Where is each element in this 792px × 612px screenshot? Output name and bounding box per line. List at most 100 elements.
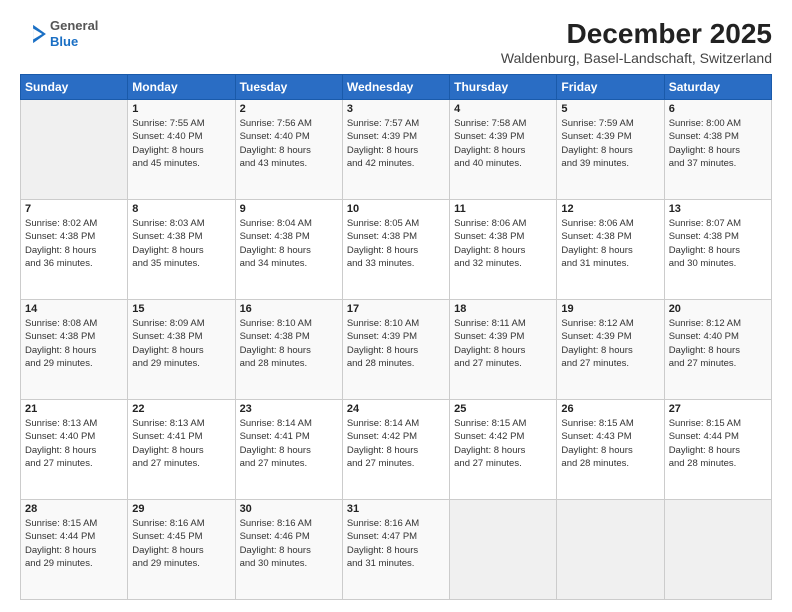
calendar-cell bbox=[21, 100, 128, 200]
calendar-header: SundayMondayTuesdayWednesdayThursdayFrid… bbox=[21, 75, 772, 100]
calendar-cell: 20Sunrise: 8:12 AM Sunset: 4:40 PM Dayli… bbox=[664, 300, 771, 400]
day-number: 20 bbox=[669, 303, 767, 315]
calendar-cell: 15 Sunrise: 8:09 AM Sunset: 4:38 PM Dayli… bbox=[128, 300, 235, 400]
day-number: 19 bbox=[561, 303, 659, 315]
calendar-cell: 14 Sunrise: 8:08 AM Sunset: 4:38 PM Dayli… bbox=[21, 300, 128, 400]
page-subtitle: Waldenburg, Basel-Landschaft, Switzerlan… bbox=[501, 50, 772, 66]
day-info: Sunrise: 8:05 AM Sunset: 4:38 PM Dayligh… bbox=[347, 217, 445, 270]
day-number: 6 bbox=[669, 103, 767, 115]
title-block: December 2025 Waldenburg, Basel-Landscha… bbox=[501, 18, 772, 66]
logo-text: General Blue bbox=[50, 18, 98, 49]
calendar-cell: 17 Sunrise: 8:10 AM Sunset: 4:39 PM Dayli… bbox=[342, 300, 449, 400]
day-number: 23 bbox=[240, 403, 338, 415]
day-number: 10 bbox=[347, 203, 445, 215]
calendar-cell bbox=[664, 500, 771, 600]
calendar-cell: 29Sunrise: 8:16 AM Sunset: 4:45 PM Dayli… bbox=[128, 500, 235, 600]
day-info: Sunrise: 8:11 AM Sunset: 4:39 PM Dayligh… bbox=[454, 317, 552, 370]
calendar-cell bbox=[450, 500, 557, 600]
calendar-cell: 11Sunrise: 8:06 AM Sunset: 4:38 PM Dayli… bbox=[450, 200, 557, 300]
calendar-cell bbox=[557, 500, 664, 600]
calendar-cell: 22 Sunrise: 8:13 AM Sunset: 4:41 PM Dayli… bbox=[128, 400, 235, 500]
day-number: 31 bbox=[347, 503, 445, 515]
day-number: 13 bbox=[669, 203, 767, 215]
day-number: 26 bbox=[561, 403, 659, 415]
day-info: Sunrise: 8:07 AM Sunset: 4:38 PM Dayligh… bbox=[669, 217, 767, 270]
day-header-tuesday: Tuesday bbox=[235, 75, 342, 100]
day-number: 16 bbox=[240, 303, 338, 315]
calendar-cell: 23 Sunrise: 8:14 AM Sunset: 4:41 PM Dayli… bbox=[235, 400, 342, 500]
day-info: Sunrise: 8:10 AM Sunset: 4:39 PM Dayligh… bbox=[347, 317, 445, 370]
days-of-week-row: SundayMondayTuesdayWednesdayThursdayFrid… bbox=[21, 75, 772, 100]
day-info: Sunrise: 8:04 AM Sunset: 4:38 PM Dayligh… bbox=[240, 217, 338, 270]
header: General Blue December 2025 Waldenburg, B… bbox=[20, 18, 772, 66]
day-info: Sunrise: 8:15 AM Sunset: 4:44 PM Dayligh… bbox=[25, 517, 123, 570]
day-info: Sunrise: 8:15 AM Sunset: 4:42 PM Dayligh… bbox=[454, 417, 552, 470]
day-header-friday: Friday bbox=[557, 75, 664, 100]
day-number: 14 bbox=[25, 303, 123, 315]
calendar-cell: 19 Sunrise: 8:12 AM Sunset: 4:39 PM Dayli… bbox=[557, 300, 664, 400]
day-header-sunday: Sunday bbox=[21, 75, 128, 100]
day-info: Sunrise: 8:15 AM Sunset: 4:44 PM Dayligh… bbox=[669, 417, 767, 470]
day-header-wednesday: Wednesday bbox=[342, 75, 449, 100]
week-row-1: 1 Sunrise: 7:55 AM Sunset: 4:40 PM Daylig… bbox=[21, 100, 772, 200]
day-info: Sunrise: 8:09 AM Sunset: 4:38 PM Dayligh… bbox=[132, 317, 230, 370]
day-info: Sunrise: 7:58 AM Sunset: 4:39 PM Dayligh… bbox=[454, 117, 552, 170]
day-info: Sunrise: 8:10 AM Sunset: 4:38 PM Dayligh… bbox=[240, 317, 338, 370]
day-number: 25 bbox=[454, 403, 552, 415]
day-number: 3 bbox=[347, 103, 445, 115]
day-info: Sunrise: 8:06 AM Sunset: 4:38 PM Dayligh… bbox=[561, 217, 659, 270]
calendar-cell: 9Sunrise: 8:04 AM Sunset: 4:38 PM Daylig… bbox=[235, 200, 342, 300]
calendar-table: SundayMondayTuesdayWednesdayThursdayFrid… bbox=[20, 74, 772, 600]
day-number: 1 bbox=[132, 103, 230, 115]
day-info: Sunrise: 8:06 AM Sunset: 4:38 PM Dayligh… bbox=[454, 217, 552, 270]
logo-blue-text: Blue bbox=[50, 34, 78, 49]
calendar-cell: 25 Sunrise: 8:15 AM Sunset: 4:42 PM Dayli… bbox=[450, 400, 557, 500]
logo: General Blue bbox=[20, 18, 98, 49]
day-info: Sunrise: 7:57 AM Sunset: 4:39 PM Dayligh… bbox=[347, 117, 445, 170]
day-info: Sunrise: 8:02 AM Sunset: 4:38 PM Dayligh… bbox=[25, 217, 123, 270]
calendar-body: 1 Sunrise: 7:55 AM Sunset: 4:40 PM Daylig… bbox=[21, 100, 772, 600]
calendar-cell: 31Sunrise: 8:16 AM Sunset: 4:47 PM Dayli… bbox=[342, 500, 449, 600]
day-number: 4 bbox=[454, 103, 552, 115]
calendar-cell: 30 Sunrise: 8:16 AM Sunset: 4:46 PM Dayli… bbox=[235, 500, 342, 600]
day-number: 27 bbox=[669, 403, 767, 415]
week-row-2: 7Sunrise: 8:02 AM Sunset: 4:38 PM Daylig… bbox=[21, 200, 772, 300]
day-number: 30 bbox=[240, 503, 338, 515]
calendar-cell: 26 Sunrise: 8:15 AM Sunset: 4:43 PM Dayli… bbox=[557, 400, 664, 500]
week-row-3: 14 Sunrise: 8:08 AM Sunset: 4:38 PM Dayli… bbox=[21, 300, 772, 400]
page-title: December 2025 bbox=[501, 18, 772, 50]
day-info: Sunrise: 8:16 AM Sunset: 4:46 PM Dayligh… bbox=[240, 517, 338, 570]
day-info: Sunrise: 8:14 AM Sunset: 4:41 PM Dayligh… bbox=[240, 417, 338, 470]
day-info: Sunrise: 8:15 AM Sunset: 4:43 PM Dayligh… bbox=[561, 417, 659, 470]
day-number: 24 bbox=[347, 403, 445, 415]
day-number: 22 bbox=[132, 403, 230, 415]
calendar-cell: 13 Sunrise: 8:07 AM Sunset: 4:38 PM Dayli… bbox=[664, 200, 771, 300]
day-info: Sunrise: 8:08 AM Sunset: 4:38 PM Dayligh… bbox=[25, 317, 123, 370]
day-info: Sunrise: 7:59 AM Sunset: 4:39 PM Dayligh… bbox=[561, 117, 659, 170]
day-info: Sunrise: 8:00 AM Sunset: 4:38 PM Dayligh… bbox=[669, 117, 767, 170]
day-header-thursday: Thursday bbox=[450, 75, 557, 100]
logo-icon bbox=[20, 23, 48, 45]
calendar-cell: 18 Sunrise: 8:11 AM Sunset: 4:39 PM Dayli… bbox=[450, 300, 557, 400]
calendar-cell: 1 Sunrise: 7:55 AM Sunset: 4:40 PM Daylig… bbox=[128, 100, 235, 200]
calendar-cell: 3 Sunrise: 7:57 AM Sunset: 4:39 PM Daylig… bbox=[342, 100, 449, 200]
calendar-cell: 7Sunrise: 8:02 AM Sunset: 4:38 PM Daylig… bbox=[21, 200, 128, 300]
day-info: Sunrise: 8:12 AM Sunset: 4:39 PM Dayligh… bbox=[561, 317, 659, 370]
calendar-cell: 27 Sunrise: 8:15 AM Sunset: 4:44 PM Dayli… bbox=[664, 400, 771, 500]
day-number: 21 bbox=[25, 403, 123, 415]
day-number: 15 bbox=[132, 303, 230, 315]
day-number: 28 bbox=[25, 503, 123, 515]
page: General Blue December 2025 Waldenburg, B… bbox=[0, 0, 792, 612]
day-number: 8 bbox=[132, 203, 230, 215]
day-number: 29 bbox=[132, 503, 230, 515]
calendar-cell: 12Sunrise: 8:06 AM Sunset: 4:38 PM Dayli… bbox=[557, 200, 664, 300]
day-number: 18 bbox=[454, 303, 552, 315]
day-header-monday: Monday bbox=[128, 75, 235, 100]
day-info: Sunrise: 8:03 AM Sunset: 4:38 PM Dayligh… bbox=[132, 217, 230, 270]
logo-general-text: General bbox=[50, 18, 98, 33]
day-info: Sunrise: 8:13 AM Sunset: 4:41 PM Dayligh… bbox=[132, 417, 230, 470]
calendar-cell: 16 Sunrise: 8:10 AM Sunset: 4:38 PM Dayli… bbox=[235, 300, 342, 400]
calendar-cell: 24Sunrise: 8:14 AM Sunset: 4:42 PM Dayli… bbox=[342, 400, 449, 500]
day-number: 17 bbox=[347, 303, 445, 315]
day-info: Sunrise: 7:55 AM Sunset: 4:40 PM Dayligh… bbox=[132, 117, 230, 170]
